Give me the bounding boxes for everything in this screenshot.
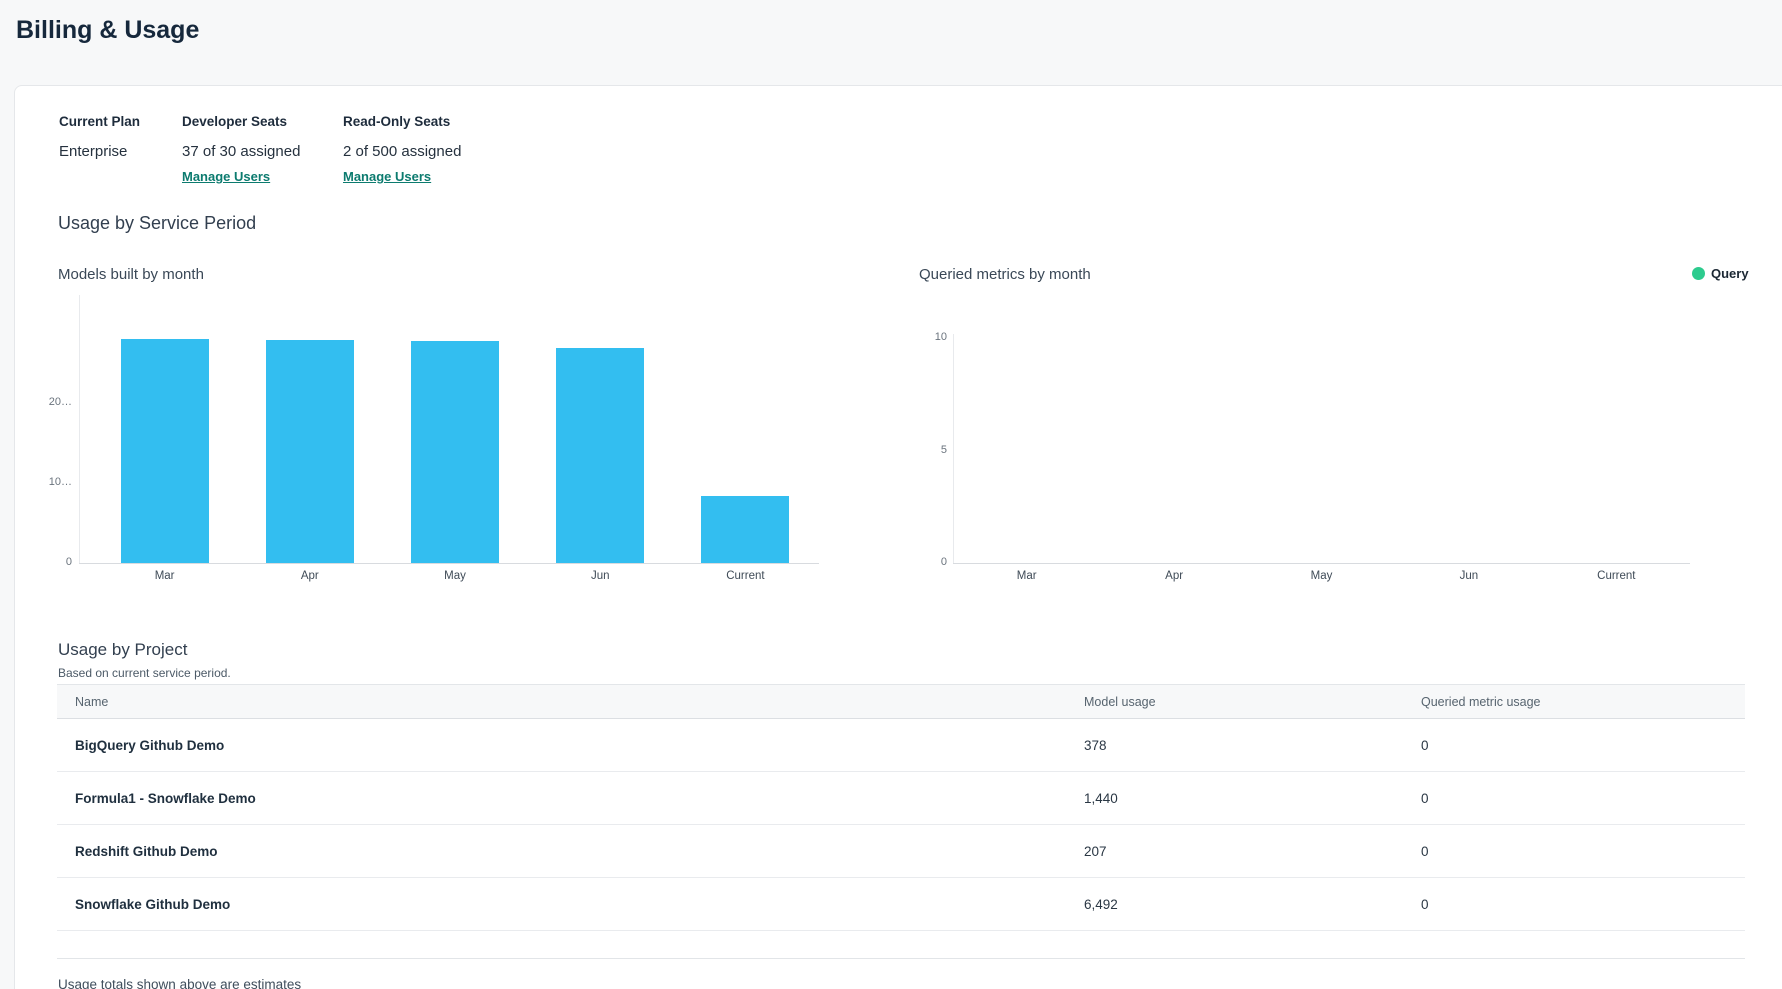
right-ytick-10: 10 [913,331,947,343]
usage-by-service-period-title: Usage by Service Period [58,213,256,234]
bar-apr [1100,338,1247,563]
developer-seats-label: Developer Seats [182,114,287,129]
footer-divider [57,958,1745,959]
bar-jun [528,291,673,563]
current-plan-value: Enterprise [59,143,127,160]
readonly-seats-label: Read-Only Seats [343,114,450,129]
bar-mar [92,291,237,563]
x-tick-mar: Mar [92,570,237,582]
table-row: BigQuery Github Demo3780 [57,719,1745,772]
column-header-model-usage: Model usage [1084,695,1421,709]
queried-metric-usage-value: 0 [1421,791,1745,806]
x-tick-jun: Jun [528,570,673,582]
x-tick-mar: Mar [953,570,1100,582]
left-ytick-0: 0 [30,556,72,568]
queried-metric-usage-value: 0 [1421,844,1745,859]
manage-users-link-readonly[interactable]: Manage Users [343,169,431,184]
left-chart-x-axis [79,563,819,564]
model-usage-value: 207 [1084,844,1421,859]
query-legend-label: Query [1711,266,1749,281]
query-legend-dot-icon [1692,267,1705,280]
manage-users-link-developer[interactable]: Manage Users [182,169,270,184]
usage-by-project-subtitle: Based on current service period. [58,666,231,680]
models-chart-title: Models built by month [58,266,204,283]
x-tick-apr: Apr [237,570,382,582]
queried-metric-usage-value: 0 [1421,897,1745,912]
queried-metric-usage-value: 0 [1421,738,1745,753]
project-name: Snowflake Github Demo [57,897,1084,912]
table-row: Redshift Github Demo2070 [57,825,1745,878]
right-chart-x-labels: MarAprMayJunCurrent [953,570,1690,582]
bar-rect-may [411,341,499,563]
bar-apr [237,291,382,563]
bar-mar [953,338,1100,563]
column-header-queried-metric-usage: Queried metric usage [1421,695,1745,709]
table-header-row: Name Model usage Queried metric usage [57,684,1745,719]
model-usage-value: 1,440 [1084,791,1421,806]
readonly-seats-value: 2 of 500 assigned [343,143,461,160]
footer-note: Usage totals shown above are estimates [58,977,301,989]
left-ytick-20k: 20… [30,396,72,408]
x-tick-current: Current [673,570,818,582]
model-usage-value: 378 [1084,738,1421,753]
column-header-name: Name [57,695,1084,709]
table-row: Formula1 - Snowflake Demo1,4400 [57,772,1745,825]
bar-may [1248,338,1395,563]
left-ytick-10k: 10… [30,476,72,488]
right-chart-x-axis [953,563,1690,564]
left-chart-y-axis [79,295,80,563]
x-tick-current: Current [1543,570,1690,582]
table-row: Snowflake Github Demo6,4920 [57,878,1745,931]
bar-jun [1395,338,1542,563]
x-tick-may: May [382,570,527,582]
usage-by-project-title: Usage by Project [58,640,187,660]
bar-current [1543,338,1690,563]
billing-usage-page: Billing & Usage Current Plan Developer S… [0,0,1782,989]
x-tick-apr: Apr [1100,570,1247,582]
usage-by-project-table: Name Model usage Queried metric usage Bi… [57,684,1745,931]
current-plan-label: Current Plan [59,114,140,129]
metrics-chart-title: Queried metrics by month [919,266,1091,283]
bar-may [382,291,527,563]
table-body: BigQuery Github Demo3780Formula1 - Snowf… [57,719,1745,931]
bar-rect-jun [556,348,644,563]
model-usage-value: 6,492 [1084,897,1421,912]
queried-metrics-bars [953,338,1690,563]
project-name: BigQuery Github Demo [57,738,1084,753]
x-tick-jun: Jun [1395,570,1542,582]
developer-seats-value: 37 of 30 assigned [182,143,300,160]
bar-current [673,291,818,563]
left-chart-x-labels: MarAprMayJunCurrent [92,570,818,582]
project-name: Formula1 - Snowflake Demo [57,791,1084,806]
project-name: Redshift Github Demo [57,844,1084,859]
x-tick-may: May [1248,570,1395,582]
right-ytick-0: 0 [913,556,947,568]
bar-rect-current [701,496,789,563]
page-title: Billing & Usage [16,16,199,45]
bar-rect-mar [121,339,209,563]
models-built-bars [92,291,818,563]
right-ytick-5: 5 [913,444,947,456]
bar-rect-apr [266,340,354,563]
query-legend: Query [1692,266,1749,281]
